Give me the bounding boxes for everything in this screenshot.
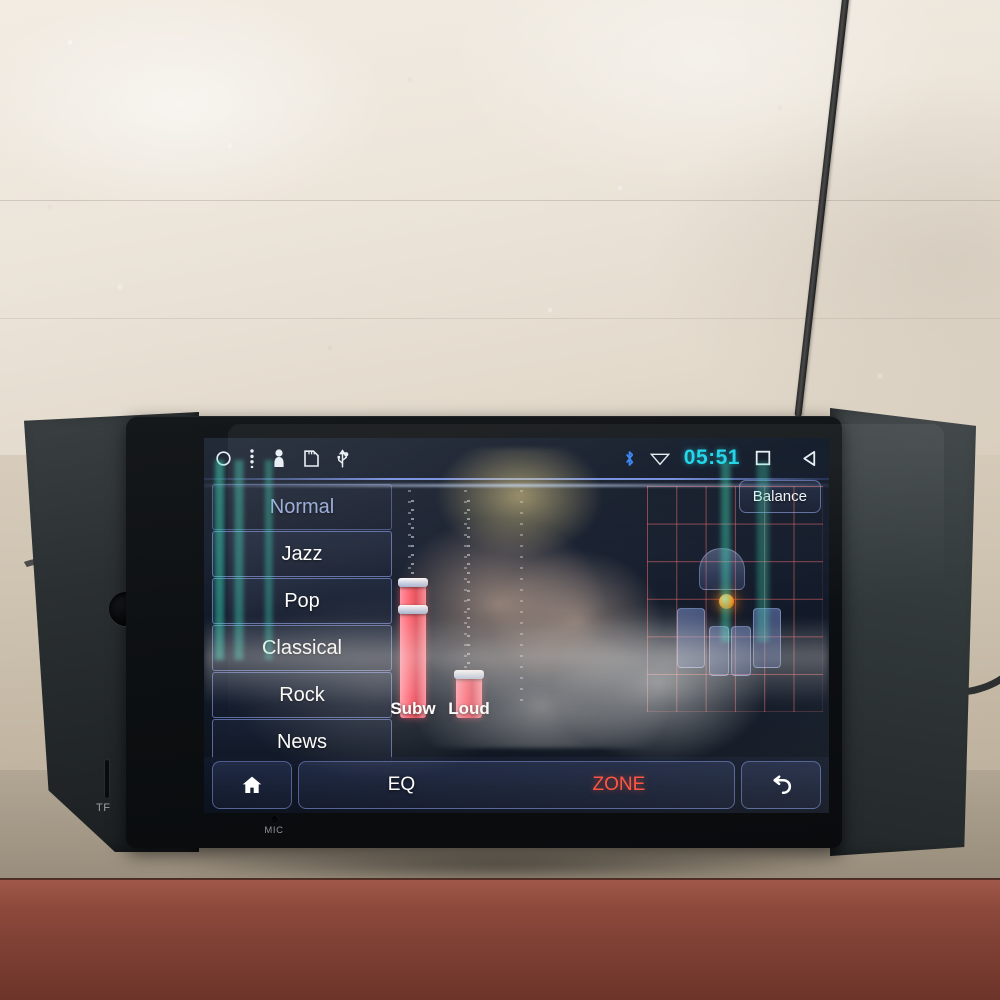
tf-slot-label: TF [96, 802, 111, 814]
status-bar: 05:51 [204, 438, 829, 478]
bluetooth-icon [623, 449, 636, 468]
bottom-toolbar: EQ ZONE [204, 757, 829, 813]
seat-front-right-icon [753, 608, 781, 668]
toolbar-home-button[interactable] [212, 761, 292, 809]
balance-fader-pad[interactable] [647, 486, 823, 734]
eq-preset-list: Normal Jazz Pop Classical Rock News [212, 484, 392, 766]
usb-icon [336, 448, 349, 469]
mic-pinhole-group: MIC [264, 816, 283, 836]
wifi-icon [649, 450, 670, 466]
slider-knob[interactable] [454, 670, 484, 679]
preset-label: Jazz [281, 542, 323, 565]
slider-label: Loud [448, 699, 490, 718]
wall-texture [0, 0, 1000, 470]
balance-position-dot[interactable] [719, 594, 734, 609]
mic-pinhole [270, 816, 278, 824]
lcd-screen[interactable]: 05:51 Normal Jazz Pop Classical Rock New… [204, 438, 829, 813]
tab-zone[interactable]: ZONE [593, 774, 646, 796]
sd-card-icon [303, 448, 320, 468]
preset-label: Classical [261, 636, 343, 659]
toolbar-mode-group[interactable]: EQ ZONE [298, 761, 735, 809]
eq-band-area: Subw Loud [390, 484, 630, 756]
slider-loudness[interactable]: Loud [448, 500, 490, 718]
mic-label: MIC [264, 825, 284, 837]
preset-rock[interactable]: Rock [212, 672, 392, 718]
back-triangle-icon[interactable] [800, 449, 819, 468]
slider-knob[interactable] [398, 578, 428, 587]
tab-eq[interactable]: EQ [388, 774, 415, 796]
slider-fill [400, 582, 426, 718]
status-bar-right: 05:51 [623, 446, 819, 470]
gps-location-icon [271, 448, 287, 468]
photo-scene: TF MIC 05:51 Normal Jazz Pop Classical R… [0, 0, 1000, 1000]
car-head-unit: TF MIC 05:51 Normal Jazz Pop Classical R… [24, 408, 976, 863]
eq-tick-marks [400, 484, 630, 724]
undo-arrow-icon [772, 775, 791, 794]
seat-front-left-icon [677, 608, 705, 668]
preset-pop[interactable]: Pop [212, 578, 392, 624]
seat-headrest-icon [699, 548, 745, 590]
home-circle-icon[interactable] [214, 449, 233, 468]
preset-label: Normal [269, 495, 335, 518]
wall-seam [0, 200, 1000, 201]
status-bar-left [214, 448, 349, 469]
slider-label: Subw [390, 699, 436, 718]
home-solid-icon [242, 776, 262, 793]
slider-subwoofer[interactable]: Subw [390, 500, 436, 718]
faceplate: RST MIC [126, 416, 944, 856]
preset-jazz[interactable]: Jazz [212, 531, 392, 577]
seat-center-left-icon [709, 626, 729, 676]
wall-background [0, 0, 1000, 470]
toolbar-back-button[interactable] [741, 761, 821, 809]
eq-content: Normal Jazz Pop Classical Rock News Bala… [204, 480, 829, 765]
preset-normal[interactable]: Normal [212, 484, 392, 530]
balance-grid [647, 486, 823, 712]
right-bezel-wing [830, 408, 976, 856]
wall-seam [0, 318, 1000, 319]
preset-classical[interactable]: Classical [212, 625, 392, 671]
tf-card-slot[interactable] [105, 760, 109, 798]
slider-knob-lower[interactable] [398, 605, 428, 614]
preset-label: Pop [284, 589, 320, 612]
more-vertical-icon[interactable] [249, 448, 255, 468]
recents-square-icon[interactable] [754, 449, 772, 467]
preset-label: News [276, 730, 327, 753]
seat-center-right-icon [731, 626, 751, 676]
preset-label: Rock [279, 683, 325, 706]
wooden-table [0, 880, 1000, 1000]
status-bar-clock: 05:51 [683, 446, 740, 469]
